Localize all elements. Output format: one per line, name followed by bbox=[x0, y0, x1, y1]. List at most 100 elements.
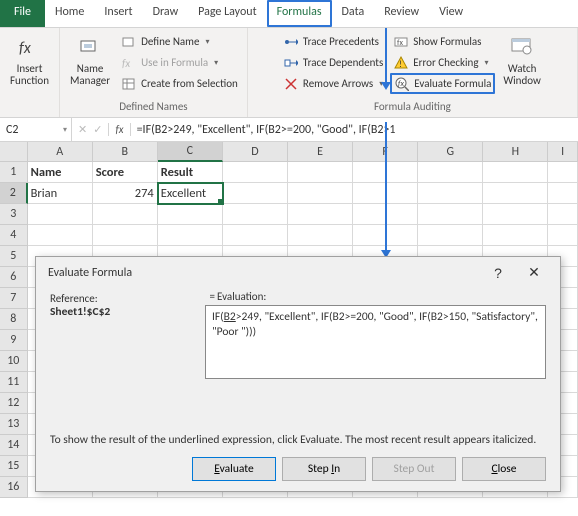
cell[interactable] bbox=[288, 204, 353, 225]
cell[interactable] bbox=[483, 204, 548, 225]
cell[interactable] bbox=[548, 183, 578, 204]
tab-draw[interactable]: Draw bbox=[143, 0, 189, 27]
watch-window-button[interactable]: Watch Window bbox=[497, 30, 547, 90]
cell[interactable]: Brian bbox=[28, 183, 93, 204]
cell[interactable]: Score bbox=[93, 162, 158, 183]
tab-data[interactable]: Data bbox=[332, 0, 375, 27]
define-name-button[interactable]: Define Name▾ bbox=[118, 31, 241, 52]
cell[interactable] bbox=[28, 204, 93, 225]
row-header-1[interactable]: 1 bbox=[0, 162, 28, 183]
row-header-15[interactable]: 15 bbox=[0, 456, 28, 477]
row-header-2[interactable]: 2 bbox=[0, 183, 28, 204]
row-header-13[interactable]: 13 bbox=[0, 414, 28, 435]
cell[interactable] bbox=[288, 162, 353, 183]
row-header-9[interactable]: 9 bbox=[0, 330, 28, 351]
cell[interactable] bbox=[93, 225, 158, 246]
show-formulas-button[interactable]: fxShow Formulas bbox=[390, 31, 495, 52]
row-header-14[interactable]: 14 bbox=[0, 435, 28, 456]
cell[interactable] bbox=[28, 225, 93, 246]
cell[interactable] bbox=[223, 162, 288, 183]
row-header-5[interactable]: 5 bbox=[0, 246, 28, 267]
dialog-title: Evaluate Formula bbox=[48, 266, 480, 280]
tab-insert[interactable]: Insert bbox=[94, 0, 142, 27]
evaluate-formula-dialog: Evaluate Formula ? ✕ Reference: Sheet1!$… bbox=[35, 256, 561, 492]
error-checking-button[interactable]: !Error Checking▾ bbox=[390, 52, 495, 73]
define-name-icon bbox=[121, 34, 137, 50]
cell[interactable]: Name bbox=[28, 162, 93, 183]
svg-text:fx: fx bbox=[122, 57, 130, 70]
tab-view[interactable]: View bbox=[429, 0, 473, 27]
evaluation-label: =Evaluation: bbox=[205, 290, 266, 303]
cell[interactable] bbox=[418, 225, 483, 246]
step-out-button[interactable]: Step Out bbox=[372, 457, 456, 481]
col-header-H[interactable]: H bbox=[483, 142, 548, 162]
cell[interactable] bbox=[418, 204, 483, 225]
col-header-G[interactable]: G bbox=[418, 142, 483, 162]
cell[interactable] bbox=[483, 225, 548, 246]
cell[interactable] bbox=[548, 225, 578, 246]
cell[interactable] bbox=[158, 225, 223, 246]
cell[interactable] bbox=[483, 162, 548, 183]
fx-icon[interactable]: fx bbox=[108, 123, 130, 136]
reference-label: Reference: bbox=[50, 292, 195, 305]
close-button[interactable]: Close bbox=[462, 457, 546, 481]
col-header-I[interactable]: I bbox=[548, 142, 578, 162]
close-icon[interactable]: ✕ bbox=[516, 264, 552, 281]
row-header-11[interactable]: 11 bbox=[0, 372, 28, 393]
help-button[interactable]: ? bbox=[480, 265, 516, 281]
cell[interactable] bbox=[93, 204, 158, 225]
cell[interactable] bbox=[288, 225, 353, 246]
tab-home[interactable]: Home bbox=[45, 0, 94, 27]
col-header-E[interactable]: E bbox=[288, 142, 353, 162]
svg-text:fx: fx bbox=[398, 79, 404, 89]
tab-formulas[interactable]: Formulas bbox=[267, 0, 332, 27]
cell[interactable] bbox=[418, 183, 483, 204]
cell[interactable] bbox=[223, 183, 288, 204]
row-header-10[interactable]: 10 bbox=[0, 351, 28, 372]
row-header-3[interactable]: 3 bbox=[0, 204, 28, 225]
select-all-corner[interactable] bbox=[0, 142, 28, 162]
formula-input[interactable]: =IF(B2>249, "Excellent", IF(B2>=200, "Go… bbox=[131, 121, 578, 139]
step-in-button[interactable]: Step In bbox=[282, 457, 366, 481]
cell[interactable] bbox=[548, 162, 578, 183]
evaluate-formula-button[interactable]: fxEvaluate Formula bbox=[390, 73, 495, 94]
evaluation-box[interactable]: IF(B2>249, "Excellent", IF(B2>=200, "Goo… bbox=[205, 305, 546, 379]
create-from-selection-button[interactable]: Create from Selection bbox=[118, 73, 241, 94]
cell[interactable] bbox=[548, 204, 578, 225]
row-header-8[interactable]: 8 bbox=[0, 309, 28, 330]
row-header-4[interactable]: 4 bbox=[0, 225, 28, 246]
cell[interactable] bbox=[223, 204, 288, 225]
trace-dependents-button[interactable]: Trace Dependents bbox=[280, 52, 386, 73]
name-box[interactable]: C2 bbox=[0, 118, 72, 141]
error-checking-icon: ! bbox=[393, 55, 409, 71]
tab-file[interactable]: File bbox=[0, 0, 45, 27]
row-header-7[interactable]: 7 bbox=[0, 288, 28, 309]
row-header-16[interactable]: 16 bbox=[0, 477, 28, 498]
cancel-icon[interactable]: ✕ bbox=[78, 123, 87, 136]
cell[interactable]: Result bbox=[158, 162, 223, 183]
cell[interactable] bbox=[483, 183, 548, 204]
name-manager-button[interactable]: Name Manager bbox=[64, 30, 116, 90]
cell[interactable] bbox=[288, 183, 353, 204]
confirm-icon[interactable]: ✓ bbox=[93, 123, 102, 136]
underlined-expression: B2 bbox=[224, 310, 236, 324]
cell[interactable] bbox=[223, 225, 288, 246]
trace-precedents-button[interactable]: Trace Precedents bbox=[280, 31, 386, 52]
cell[interactable] bbox=[158, 204, 223, 225]
col-header-A[interactable]: A bbox=[28, 142, 93, 162]
row-header-6[interactable]: 6 bbox=[0, 267, 28, 288]
cell[interactable]: 274 bbox=[93, 183, 158, 204]
use-in-formula-button[interactable]: fxUse in Formula▾ bbox=[118, 52, 241, 73]
remove-arrows-button[interactable]: Remove Arrows▾ bbox=[280, 73, 386, 94]
cell[interactable] bbox=[418, 162, 483, 183]
col-header-D[interactable]: D bbox=[223, 142, 288, 162]
tab-review[interactable]: Review bbox=[374, 0, 429, 27]
evaluate-button[interactable]: Evaluate bbox=[192, 457, 276, 481]
col-header-B[interactable]: B bbox=[93, 142, 158, 162]
cell[interactable]: Excellent bbox=[158, 183, 223, 204]
col-header-C[interactable]: C bbox=[158, 142, 223, 162]
watch-window-label: Watch Window bbox=[503, 63, 541, 87]
tab-page-layout[interactable]: Page Layout bbox=[188, 0, 266, 27]
insert-function-button[interactable]: fx Insert Function bbox=[4, 30, 55, 90]
row-header-12[interactable]: 12 bbox=[0, 393, 28, 414]
